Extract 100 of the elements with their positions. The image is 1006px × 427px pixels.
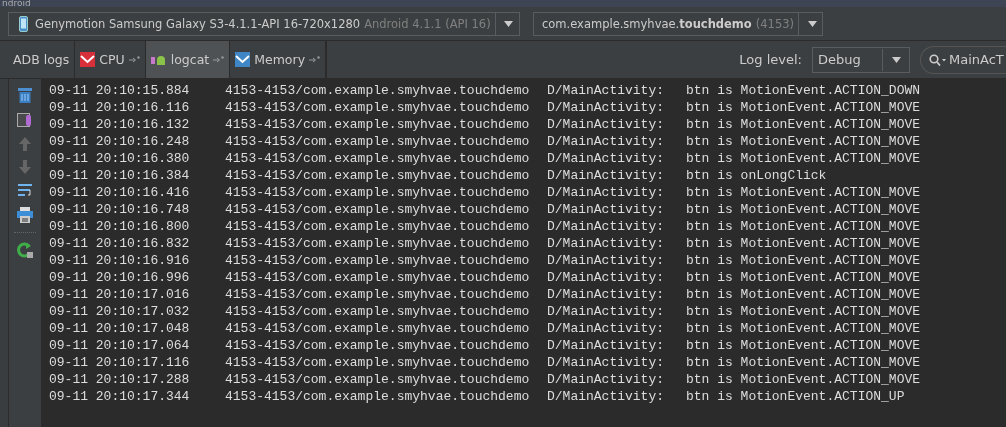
log-tag: D/MainActivity: <box>547 184 686 201</box>
device-name: Genymotion Samsung Galaxy S3-4.1.1-API 16-720x1280 <box>35 16 361 31</box>
log-message: btn is MotionEvent.ACTION_MOVE <box>686 99 921 116</box>
printer-icon[interactable] <box>17 207 33 223</box>
caret-icon <box>807 20 817 27</box>
process-dropdown[interactable]: com.example.smyhvae.touchdemo (4153) <box>533 11 823 36</box>
soft-wrap-icon[interactable] <box>17 183 33 198</box>
log-source: 4153-4153/com.example.smyhvae.touchdemo <box>225 99 531 116</box>
log-time: 09-11 20:10:17.016 <box>49 286 191 303</box>
log-source: 4153-4153/com.example.smyhvae.touchdemo <box>225 269 531 286</box>
log-time: 09-11 20:10:17.344 <box>49 388 191 405</box>
log-time: 09-11 20:10:16.132 <box>49 116 191 133</box>
log-tag: D/MainActivity: <box>547 235 686 252</box>
log-tag: D/MainActivity: <box>547 201 686 218</box>
log-message: btn is MotionEvent.ACTION_MOVE <box>686 337 921 354</box>
log-message: btn is MotionEvent.ACTION_MOVE <box>686 218 921 235</box>
log-message: btn is MotionEvent.ACTION_MOVE <box>686 269 921 286</box>
panel-tab[interactable]: Memory <box>230 41 327 78</box>
log-source: 4153-4153/com.example.smyhvae.touchdemo <box>225 286 531 303</box>
log-message: btn is MotionEvent.ACTION_UP <box>686 388 905 405</box>
log-time: 09-11 20:10:15.884 <box>49 82 191 99</box>
log-tag: D/MainActivity: <box>547 167 686 184</box>
log-time: 09-11 20:10:17.064 <box>49 337 191 354</box>
log-tag: D/MainActivity: <box>547 388 686 405</box>
log-tag: D/MainActivity: <box>547 354 686 371</box>
log-message: btn is MotionEvent.ACTION_MOVE <box>686 133 921 150</box>
log-time: 09-11 20:10:16.416 <box>49 184 191 201</box>
log-time: 09-11 20:10:16.380 <box>49 150 191 167</box>
log-time: 09-11 20:10:17.116 <box>49 354 191 371</box>
restart-icon[interactable] <box>17 242 33 258</box>
log-tag: D/MainActivity: <box>547 371 686 388</box>
log-tag: D/MainActivity: <box>547 269 686 286</box>
log-time: 09-11 20:10:17.288 <box>49 371 191 388</box>
pin-icon <box>213 56 225 63</box>
log-message: btn is onLongClick <box>686 167 827 184</box>
log-time: 09-11 20:10:16.832 <box>49 235 191 252</box>
device-dropdown[interactable]: Genymotion Samsung Galaxy S3-4.1.1-API 16-720x1280 Android 4.1.1 (API 16) <box>8 11 520 36</box>
log-tag: D/MainActivity: <box>547 286 686 303</box>
panel-tab[interactable]: ADB logs <box>8 41 76 78</box>
panel-tab[interactable]: CPU <box>75 41 146 78</box>
log-source: 4153-4153/com.example.smyhvae.touchdemo <box>225 320 531 337</box>
log-source: 4153-4153/com.example.smyhvae.touchdemo <box>225 371 531 388</box>
log-source: 4153-4153/com.example.smyhvae.touchdemo <box>225 82 531 99</box>
log-source: 4153-4153/com.example.smyhvae.touchdemo <box>225 388 531 405</box>
log-message: btn is MotionEvent.ACTION_MOVE <box>686 354 921 371</box>
log-tag: D/MainActivity: <box>547 252 686 269</box>
log-source: 4153-4153/com.example.smyhvae.touchdemo <box>225 218 531 235</box>
log-time: 09-11 20:10:16.800 <box>49 218 191 235</box>
caret-icon <box>504 20 514 27</box>
caret-icon <box>891 56 901 63</box>
log-source: 4153-4153/com.example.smyhvae.touchdemo <box>225 201 531 218</box>
log-level-dropdown[interactable]: Debug <box>812 46 910 73</box>
log-source: 4153-4153/com.example.smyhvae.touchdemo <box>225 116 531 133</box>
log-time: 09-11 20:10:16.996 <box>49 269 191 286</box>
log-level-label: Log level: <box>739 52 802 67</box>
log-time: 09-11 20:10:16.248 <box>49 133 191 150</box>
log-tag: D/MainActivity: <box>547 218 686 235</box>
log-tag: D/MainActivity: <box>547 303 686 320</box>
search-icon <box>929 53 947 66</box>
log-tag: D/MainActivity: <box>547 133 686 150</box>
log-tag: D/MainActivity: <box>547 82 686 99</box>
window-title: ndroid <box>2 0 32 6</box>
trash-icon[interactable] <box>18 87 32 103</box>
log-time: 09-11 20:10:16.384 <box>49 167 191 184</box>
log-source: 4153-4153/com.example.smyhvae.touchdemo <box>225 303 531 320</box>
process-name: com.example.smyhvae.touchdemo <box>542 16 752 31</box>
log-time: 09-11 20:10:16.116 <box>49 99 191 116</box>
log-source: 4153-4153/com.example.smyhvae.touchdemo <box>225 235 531 252</box>
log-source: 4153-4153/com.example.smyhvae.touchdemo <box>225 133 531 150</box>
log-tag: D/MainActivity: <box>547 337 686 354</box>
log-time: 09-11 20:10:16.916 <box>49 252 191 269</box>
log-message: btn is MotionEvent.ACTION_MOVE <box>686 252 921 269</box>
log-message: btn is MotionEvent.ACTION_MOVE <box>686 235 921 252</box>
log-source: 4153-4153/com.example.smyhvae.touchdemo <box>225 184 531 201</box>
log-message: btn is MotionEvent.ACTION_MOVE <box>686 116 921 133</box>
log-time: 09-11 20:10:17.048 <box>49 320 191 337</box>
log-message: btn is MotionEvent.ACTION_MOVE <box>686 303 921 320</box>
log-tag: D/MainActivity: <box>547 150 686 167</box>
log-tag: D/MainActivity: <box>547 116 686 133</box>
log-message: btn is MotionEvent.ACTION_MOVE <box>686 320 921 337</box>
android-icon <box>150 53 167 66</box>
phone-icon <box>19 15 28 32</box>
log-source: 4153-4153/com.example.smyhvae.touchdemo <box>225 150 531 167</box>
log-source: 4153-4153/com.example.smyhvae.touchdemo <box>225 337 531 354</box>
device-version: Android 4.1.1 (API 16) <box>364 16 491 31</box>
log-source: 4153-4153/com.example.smyhvae.touchdemo <box>225 354 531 371</box>
pin-icon <box>309 56 321 63</box>
chart-icon <box>80 52 96 67</box>
log-source: 4153-4153/com.example.smyhvae.touchdemo <box>225 167 531 184</box>
process-id: (4153) <box>755 16 794 31</box>
log-message: btn is MotionEvent.ACTION_MOVE <box>686 371 921 388</box>
log-message: btn is MotionEvent.ACTION_MOVE <box>686 184 921 201</box>
chart-icon <box>235 52 251 67</box>
log-message: btn is MotionEvent.ACTION_DOWN <box>686 82 921 99</box>
log-tag: D/MainActivity: <box>547 99 686 116</box>
log-message: btn is MotionEvent.ACTION_MOVE <box>686 150 921 167</box>
pin-icon <box>128 56 140 63</box>
log-message: btn is MotionEvent.ACTION_MOVE <box>686 286 921 303</box>
log-time: 09-11 20:10:16.748 <box>49 201 191 218</box>
panel-tab[interactable]: logcat <box>145 41 231 78</box>
